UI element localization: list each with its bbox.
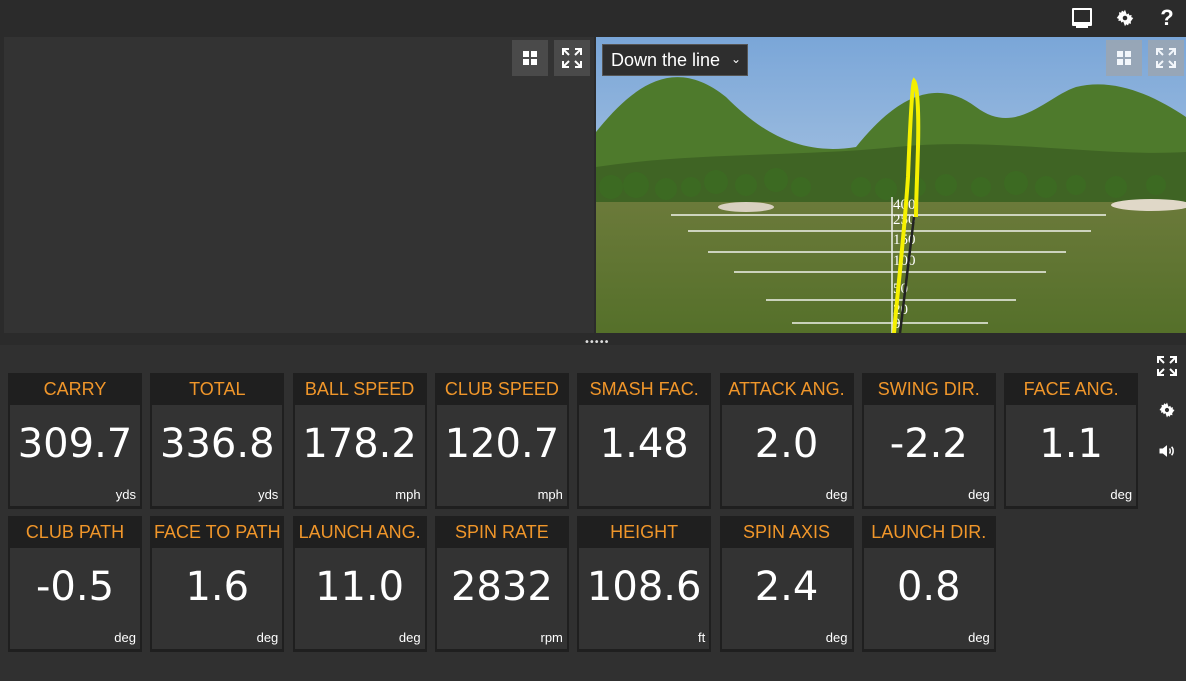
metric-body: 108.6 ft <box>579 548 710 649</box>
metric-body: 2832 rpm <box>436 548 567 649</box>
grid-icon <box>1117 51 1131 65</box>
gear-icon[interactable] <box>1112 5 1138 31</box>
fullscreen-button[interactable] <box>554 40 590 76</box>
metric-tile-spin-rate[interactable]: SPIN RATE 2832 rpm <box>434 516 569 652</box>
expand-metrics-icon[interactable] <box>1154 353 1180 379</box>
metric-body: 1.48 <box>579 405 710 506</box>
metric-unit: deg <box>825 487 848 502</box>
metric-body: 309.7 yds <box>10 405 140 506</box>
camera-view-value: Down the line <box>611 49 721 70</box>
chevron-down-icon: ⌄ <box>730 52 741 66</box>
metric-value: 1.6 <box>185 564 250 610</box>
metric-value: 0.8 <box>896 564 961 610</box>
metric-body: 120.7 mph <box>436 405 567 506</box>
metric-tile-height[interactable]: HEIGHT 108.6 ft <box>577 516 712 652</box>
metric-body: -2.2 deg <box>863 405 994 506</box>
metric-unit: rpm <box>540 630 563 645</box>
metric-tile-launch-dir[interactable]: LAUNCH DIR. 0.8 deg <box>861 516 996 652</box>
metric-body: 1.6 deg <box>152 548 283 649</box>
metric-value: 2832 <box>450 564 553 610</box>
metric-label: SMASH FAC. <box>589 378 699 399</box>
metric-value: -0.5 <box>35 564 115 610</box>
metric-tile-face-to-path[interactable]: FACE TO PATH 1.6 deg <box>150 516 285 652</box>
metric-unit: deg <box>114 630 136 645</box>
metric-label: FACE ANG. <box>1023 378 1119 399</box>
metric-value: 336.8 <box>160 421 275 467</box>
metric-value: 2.0 <box>754 421 819 467</box>
expand-icon <box>1156 48 1176 68</box>
metric-body: 178.2 mph <box>294 405 425 506</box>
metric-label: BALL SPEED <box>304 378 415 399</box>
help-icon[interactable]: ? <box>1154 5 1180 31</box>
metric-value: 2.4 <box>754 564 819 610</box>
metric-tile-club-speed[interactable]: CLUB SPEED 120.7 mph <box>434 373 569 509</box>
metrics-settings-icon[interactable] <box>1154 397 1180 423</box>
down-the-line-view: 400 250 150 100 50 20 0 Down the line ⌄ <box>596 37 1186 333</box>
metric-label: HEIGHT <box>610 521 679 542</box>
metric-tile-attack-ang[interactable]: ATTACK ANG. 2.0 deg <box>719 373 854 509</box>
metric-unit: mph <box>395 487 421 502</box>
metric-value: 108.6 <box>586 564 702 610</box>
metric-unit: deg <box>398 630 421 645</box>
metric-body: -0.5 deg <box>10 548 140 649</box>
golf-scene: 40025015010050200 <box>596 37 1186 333</box>
expand-icon <box>562 48 582 68</box>
metric-label: ATTACK ANG. <box>728 378 845 399</box>
metric-value: 178.2 <box>302 421 417 467</box>
metric-value: -2.2 <box>889 421 968 467</box>
grid-layout-button[interactable] <box>512 40 548 76</box>
metric-unit: deg <box>1110 487 1133 502</box>
metric-body: 0.8 deg <box>863 548 994 649</box>
metric-unit: deg <box>256 630 279 645</box>
metric-tile-smash-fac[interactable]: SMASH FAC. 1.48 <box>577 373 712 509</box>
metric-label: FACE TO PATH <box>153 521 281 542</box>
metric-label: SPIN AXIS <box>742 521 831 542</box>
metric-unit: deg <box>968 487 990 502</box>
metric-tile-swing-dir[interactable]: SWING DIR. -2.2 deg <box>861 373 996 509</box>
metric-unit: yds <box>115 487 136 502</box>
metric-value: 120.7 <box>444 421 560 467</box>
display-icon[interactable] <box>1069 5 1095 31</box>
camera-view-select[interactable]: Down the line ⌄ <box>602 44 748 76</box>
metric-unit: yds <box>258 487 279 502</box>
metric-label: CLUB PATH <box>25 521 125 542</box>
speaker-icon[interactable] <box>1154 438 1180 464</box>
metric-value: 1.1 <box>1039 421 1103 467</box>
metric-unit: deg <box>968 630 990 645</box>
metric-label: TOTAL <box>189 378 246 399</box>
metric-label: SWING DIR. <box>877 378 980 399</box>
metric-value: 1.48 <box>599 421 689 467</box>
metric-tile-total[interactable]: TOTAL 336.8 yds <box>150 373 285 509</box>
left-view-pane <box>4 37 594 333</box>
metric-unit: ft <box>697 630 706 645</box>
metric-body: 1.1 deg <box>1006 405 1137 506</box>
metric-tile-spin-axis[interactable]: SPIN AXIS 2.4 deg <box>719 516 854 652</box>
metric-label: SPIN RATE <box>455 521 549 542</box>
metric-body: 2.4 deg <box>721 548 852 649</box>
yardage-marker: 100 <box>893 253 916 269</box>
grid-icon <box>523 51 537 65</box>
metric-value: 309.7 <box>17 421 133 467</box>
metric-tile-ball-speed[interactable]: BALL SPEED 178.2 mph <box>292 373 427 509</box>
grid-layout-button-right[interactable] <box>1106 40 1142 76</box>
metric-body: 11.0 deg <box>294 548 425 649</box>
metric-unit: deg <box>825 630 848 645</box>
metric-tile-launch-ang[interactable]: LAUNCH ANG. 11.0 deg <box>292 516 427 652</box>
metric-body: 2.0 deg <box>721 405 852 506</box>
metric-body: 336.8 yds <box>152 405 283 506</box>
metric-unit: mph <box>537 487 563 502</box>
metric-tile-face-ang[interactable]: FACE ANG. 1.1 deg <box>1004 373 1139 509</box>
top-toolbar: ? <box>0 0 1186 36</box>
metric-label: CARRY <box>43 378 107 399</box>
metric-value: 11.0 <box>315 564 405 610</box>
metric-label: CLUB SPEED <box>444 378 559 399</box>
fullscreen-button-right[interactable] <box>1148 40 1184 76</box>
metric-tile-carry[interactable]: CARRY 309.7 yds <box>8 373 142 509</box>
metric-label: LAUNCH ANG. <box>298 521 421 542</box>
metric-label: LAUNCH DIR. <box>871 521 987 542</box>
metric-tile-club-path[interactable]: CLUB PATH -0.5 deg <box>8 516 142 652</box>
